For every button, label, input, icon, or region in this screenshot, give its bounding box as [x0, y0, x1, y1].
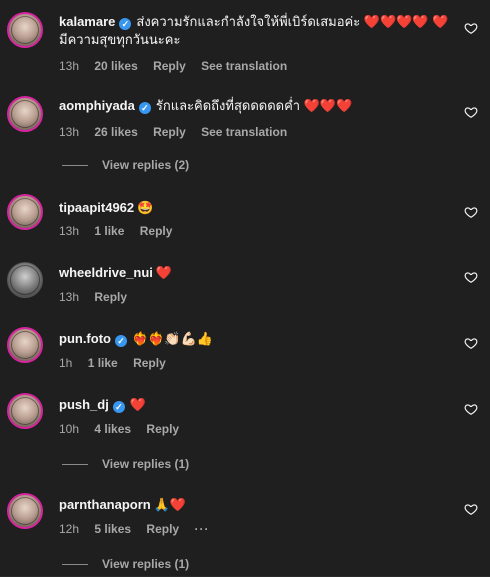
comment-time: 10h	[59, 422, 80, 436]
heart-outline-icon[interactable]	[464, 502, 478, 516]
heart-outline-icon[interactable]	[464, 402, 478, 416]
replies-divider	[62, 165, 88, 167]
comment-body: parnthanaporn 🙏❤️	[59, 496, 450, 514]
comment-time: 1h	[59, 356, 73, 370]
replies-divider	[62, 464, 88, 466]
comment-time: 13h	[59, 224, 80, 238]
avatar[interactable]	[7, 12, 43, 48]
reply-button[interactable]: Reply	[153, 125, 186, 139]
comment-time: 13h	[59, 290, 80, 304]
avatar[interactable]	[7, 262, 43, 298]
comment-meta: 13h 26 likes Reply See translation	[59, 124, 299, 140]
reply-button[interactable]: Reply	[146, 522, 179, 536]
see-translation-button[interactable]: See translation	[201, 59, 287, 73]
reply-button[interactable]: Reply	[146, 422, 179, 436]
verified-badge-icon: ✓	[119, 18, 132, 30]
comment-meta: 10h 4 likes Reply	[59, 421, 191, 437]
comment-likes[interactable]: 1 like	[94, 224, 124, 238]
heart-outline-icon[interactable]	[464, 205, 478, 219]
verified-badge-icon: ✓	[114, 335, 127, 347]
comment-text: ส่งความรักและกำลังใจให้พี่เบิร์ดเสมอค่ะ …	[59, 14, 449, 47]
comment-meta: 1h 1 like Reply	[59, 355, 178, 371]
heart-outline-icon[interactable]	[464, 336, 478, 350]
comment-body: wheeldrive_nui ❤️	[59, 264, 450, 282]
comment-meta: 12h 5 likes Reply ···	[59, 521, 221, 537]
view-replies-label[interactable]: View replies (1)	[102, 457, 189, 471]
comment-username[interactable]: tipaapit4962	[59, 200, 134, 215]
avatar[interactable]	[7, 194, 43, 230]
comment-time: 13h	[59, 59, 80, 73]
view-replies-label[interactable]: View replies (1)	[102, 557, 189, 571]
comment-text: ❤️	[155, 265, 173, 280]
reply-button[interactable]: Reply	[133, 356, 166, 370]
comment-likes[interactable]: 26 likes	[94, 125, 137, 139]
avatar[interactable]	[7, 96, 43, 132]
heart-outline-icon[interactable]	[464, 105, 478, 119]
comment-username[interactable]: push_dj	[59, 397, 109, 412]
comment-username[interactable]: kalamare	[59, 14, 115, 29]
more-options-icon[interactable]: ···	[194, 522, 209, 536]
view-replies-button[interactable]: View replies (1)	[62, 457, 189, 471]
comment-body: pun.foto ✓ ❤️‍🔥❤️‍🔥👏🏻💪🏻👍	[59, 330, 450, 348]
comment-text: รักและคิดถึงที่สุดดดดดค่ำ ❤️❤️❤️	[155, 98, 353, 113]
comment-username[interactable]: parnthanaporn	[59, 497, 151, 512]
heart-outline-icon[interactable]	[464, 270, 478, 284]
reply-button[interactable]: Reply	[94, 290, 127, 304]
comment-likes[interactable]: 4 likes	[94, 422, 131, 436]
comment-text: ❤️	[129, 397, 147, 412]
reply-button[interactable]: Reply	[153, 59, 186, 73]
comment-body: aomphiyada ✓ รักและคิดถึงที่สุดดดดดค่ำ ❤️❤…	[59, 97, 450, 115]
view-replies-label[interactable]: View replies (2)	[102, 158, 189, 172]
comment-body: kalamare ✓ ส่งความรักและกำลังใจให้พี่เบิร์…	[59, 13, 450, 49]
comment-body: push_dj ✓ ❤️	[59, 396, 450, 414]
verified-badge-icon: ✓	[112, 401, 125, 413]
comment-username[interactable]: wheeldrive_nui	[59, 265, 153, 280]
comment-meta: 13h Reply	[59, 289, 139, 305]
verified-badge-icon: ✓	[138, 102, 151, 114]
comment-username[interactable]: pun.foto	[59, 331, 111, 346]
comment-time: 12h	[59, 522, 80, 536]
comment-likes[interactable]: 1 like	[88, 356, 118, 370]
avatar[interactable]	[7, 393, 43, 429]
comment-meta: 13h 20 likes Reply See translation	[59, 58, 299, 74]
comment-time: 13h	[59, 125, 80, 139]
comment-text: 🤩	[137, 200, 154, 215]
reply-button[interactable]: Reply	[140, 224, 173, 238]
avatar[interactable]	[7, 327, 43, 363]
comment-likes[interactable]: 20 likes	[94, 59, 137, 73]
comment-meta: 13h 1 like Reply	[59, 223, 184, 239]
see-translation-button[interactable]: See translation	[201, 125, 287, 139]
heart-outline-icon[interactable]	[464, 21, 478, 35]
view-replies-button[interactable]: View replies (2)	[62, 158, 189, 172]
comment-text: ❤️‍🔥❤️‍🔥👏🏻💪🏻👍	[131, 331, 213, 346]
comment-likes[interactable]: 5 likes	[94, 522, 131, 536]
replies-divider	[62, 564, 88, 566]
comment-username[interactable]: aomphiyada	[59, 98, 135, 113]
comment-text: 🙏❤️	[153, 497, 187, 512]
view-replies-button[interactable]: View replies (1)	[62, 557, 189, 571]
comment-body: tipaapit4962 🤩	[59, 199, 450, 217]
avatar[interactable]	[7, 493, 43, 529]
